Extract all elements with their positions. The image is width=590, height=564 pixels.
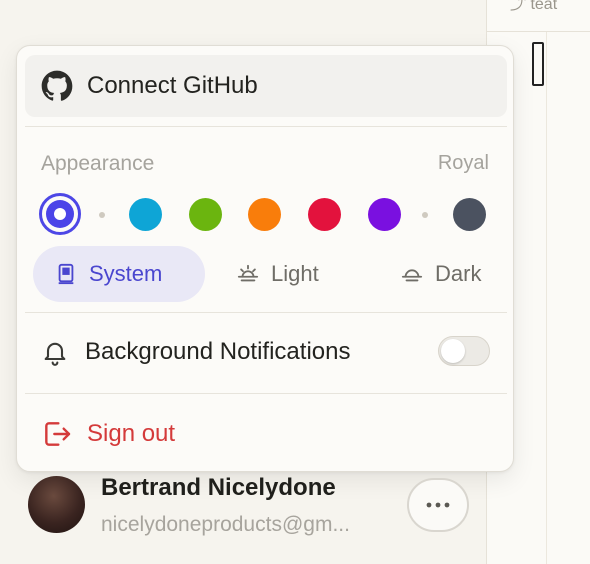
background-notifications-label: Background Notifications [85,338,351,365]
background-notifications-row: Background Notifications [41,334,491,370]
selected-dot-icon [54,208,66,220]
menu-divider [25,126,507,127]
connect-github-label: Connect GitHub [87,72,258,99]
swatch-purple[interactable] [368,198,401,231]
system-icon [55,263,77,285]
bell-icon [41,338,69,366]
more-dots-icon [425,501,451,509]
appearance-heading: Appearance [41,152,155,175]
appearance-mode-selector: System Light Dark [33,246,499,302]
editor-tab-strip: ⤴ teat [486,0,590,32]
swatch-separator [99,212,105,218]
mode-light-button[interactable]: Light [215,246,341,302]
menu-divider [25,393,507,394]
sign-out-icon [41,418,73,450]
swatch-royal[interactable] [39,193,81,235]
mode-dark-label: Dark [435,261,482,286]
connect-github-button[interactable]: Connect GitHub [25,55,507,117]
editor-divider [546,32,547,564]
sun-icon [237,263,259,285]
swatch-red[interactable] [308,198,341,231]
background-notifications-toggle[interactable] [438,336,490,366]
sign-out-label: Sign out [87,420,176,447]
theme-swatches [39,192,495,236]
mode-dark-button[interactable]: Dark [379,246,503,302]
mode-system-button[interactable]: System [33,246,205,302]
sign-out-button[interactable]: Sign out [41,416,175,452]
moon-icon [401,263,423,285]
text-cursor-block [532,42,544,86]
toggle-knob [441,339,465,363]
swatch-green[interactable] [189,198,222,231]
swatch-slate[interactable] [453,198,486,231]
mode-system-label: System [89,261,163,286]
current-theme-name: Royal [437,152,489,174]
swatch-cyan[interactable] [129,198,162,231]
account-menu-popover: Connect GitHub Appearance Royal System L… [16,45,514,472]
swatch-orange[interactable] [248,198,281,231]
profile-name: Bertrand Nicelydone [101,474,336,501]
menu-divider [25,312,507,313]
account-menu-button[interactable] [407,478,469,532]
profile-email: nicelydoneproducts@gm... [101,513,350,536]
swatch-separator [422,212,428,218]
mode-light-label: Light [271,261,319,286]
github-icon [41,70,73,102]
avatar[interactable] [28,476,85,533]
